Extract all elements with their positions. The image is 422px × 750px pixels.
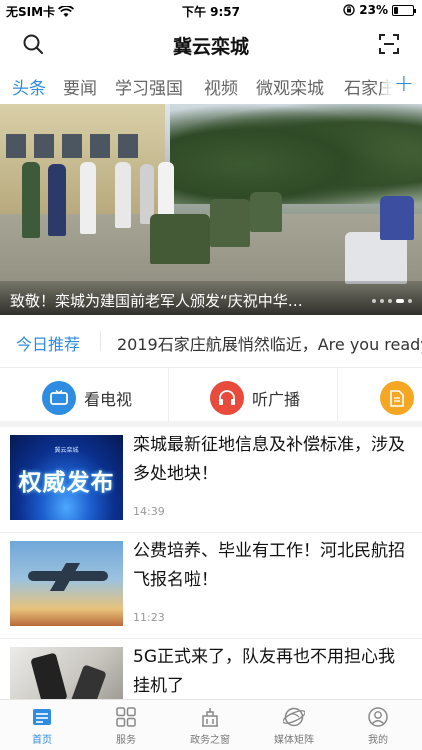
nav-services[interactable]: 服务 xyxy=(84,706,168,746)
nav-government-label: 政务之窗 xyxy=(190,735,230,746)
nav-home-label: 首页 xyxy=(32,735,52,746)
nav-government[interactable]: 政务之窗 xyxy=(168,706,252,746)
channel-tabs: 头条 要闻 学习强国 视频 微观栾城 石家庄 + xyxy=(0,66,422,104)
banner-carousel[interactable]: 致敬！栾城为建国前老军人颁发“庆祝中华… xyxy=(0,104,422,315)
government-building-icon xyxy=(202,708,218,727)
add-channel-button[interactable]: + xyxy=(382,66,422,104)
carousel-indicator xyxy=(372,299,412,303)
grid-icon xyxy=(116,707,136,727)
document-service-button[interactable] xyxy=(380,380,422,416)
nav-profile[interactable]: 我的 xyxy=(336,706,420,746)
news-title: 栾城最新征地信息及补偿标准，涉及多处地块！ xyxy=(133,435,405,484)
service-divider xyxy=(337,368,338,421)
carousel-dot xyxy=(388,299,392,303)
service-shortcuts: 看电视 听广播 xyxy=(0,367,422,427)
recommend-label: 今日推荐 xyxy=(16,335,81,354)
carousel-dot xyxy=(380,299,384,303)
recommend-text[interactable]: 2019石家庄航展悄然临近，Are you ready! xyxy=(117,331,422,355)
tab-news[interactable]: 要闻 xyxy=(63,74,97,99)
tab-micro-luancheng[interactable]: 微观栾城 xyxy=(256,74,324,99)
watch-tv-label: 看电视 xyxy=(84,390,133,409)
battery-percent: 23% xyxy=(359,3,388,17)
globe-icon xyxy=(283,707,305,727)
thumbnail-text: 权威发布 xyxy=(18,470,115,496)
nav-services-label: 服务 xyxy=(116,735,136,746)
news-title: 5G正式来了，队友再也不用担心我挂机了 xyxy=(133,647,395,696)
document-icon xyxy=(380,381,414,415)
tab-headlines[interactable]: 头条 xyxy=(12,74,46,99)
bottom-navigation: 首页 服务 政务之窗 媒体矩阵 我的 xyxy=(0,699,422,750)
recommend-divider xyxy=(100,331,101,351)
scan-icon[interactable] xyxy=(378,33,400,55)
tab-video[interactable]: 视频 xyxy=(204,74,238,99)
carousel-dot xyxy=(408,299,412,303)
nav-media[interactable]: 媒体矩阵 xyxy=(252,706,336,746)
news-item[interactable]: 公费培养、毕业有工作！河北民航招飞报名啦！ 11:23 xyxy=(0,533,422,639)
status-right: 23% xyxy=(343,3,416,17)
home-icon xyxy=(33,709,51,725)
battery-icon xyxy=(392,4,416,16)
listen-radio-button[interactable]: 听广播 xyxy=(210,380,300,416)
headphones-icon xyxy=(210,381,244,415)
status-bar: 无SIM卡 下午 9:57 23% xyxy=(0,0,422,22)
listen-radio-label: 听广播 xyxy=(252,390,301,409)
orientation-lock-icon xyxy=(343,4,355,16)
news-thumbnail: 冀云栾城 权威发布 xyxy=(10,435,123,520)
news-item[interactable]: 冀云栾城 权威发布 栾城最新征地信息及补偿标准，涉及多处地块！ 14:39 xyxy=(0,427,422,533)
banner-caption-bar: 致敬！栾城为建国前老军人颁发“庆祝中华… xyxy=(0,281,422,315)
nav-home[interactable]: 首页 xyxy=(0,706,84,746)
service-divider xyxy=(168,368,169,421)
news-time: 11:23 xyxy=(133,611,165,624)
app-title: 冀云栾城 xyxy=(172,36,249,58)
news-title: 公费培养、毕业有工作！河北民航招飞报名啦！ xyxy=(133,541,405,590)
banner-trees xyxy=(170,104,422,204)
news-thumbnail xyxy=(10,541,123,626)
user-icon xyxy=(368,707,388,727)
today-recommend[interactable]: 今日推荐 2019石家庄航展悄然临近，Are you ready! xyxy=(0,315,422,367)
carousel-dot xyxy=(396,299,404,303)
tv-icon xyxy=(42,381,76,415)
app-header: 冀云栾城 xyxy=(0,22,422,66)
tab-xuexi[interactable]: 学习强国 xyxy=(115,74,183,99)
watch-tv-button[interactable]: 看电视 xyxy=(42,380,132,416)
plus-icon: + xyxy=(393,69,414,97)
nav-profile-label: 我的 xyxy=(368,735,388,746)
nav-media-label: 媒体矩阵 xyxy=(274,735,314,746)
carousel-dot xyxy=(372,299,376,303)
banner-caption: 致敬！栾城为建国前老军人颁发“庆祝中华… xyxy=(10,292,303,310)
news-time: 14:39 xyxy=(133,505,165,518)
